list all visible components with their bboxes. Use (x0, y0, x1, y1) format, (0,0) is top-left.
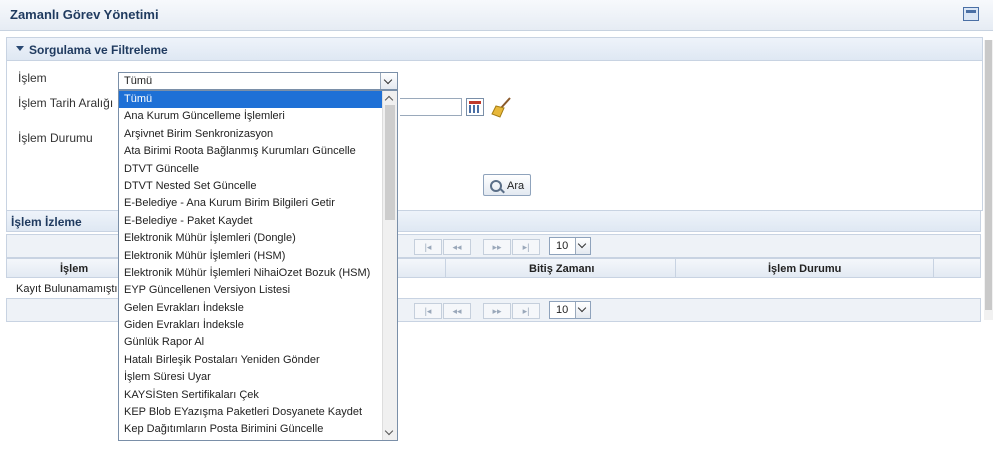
empty-message: Kayıt Bulunamamıştır (16, 283, 122, 295)
first-page-button[interactable]: |◂ (414, 239, 442, 255)
dropdown-option[interactable]: Ana Kurum Güncelleme İşlemleri (119, 108, 397, 125)
dropdown-option[interactable]: DTVT Güncelle (119, 161, 397, 178)
dropdown-option[interactable]: Hatalı Birleşik Postaları Yeniden Gönder (119, 352, 397, 369)
search-button-label: Ara (507, 180, 525, 192)
islem-select-value: Tümü (124, 75, 153, 87)
dropdown-option[interactable]: Giden Evrakları İndeksle (119, 317, 397, 334)
column-divider (445, 259, 446, 277)
chevron-down-icon[interactable] (380, 73, 397, 89)
filter-panel-header[interactable]: Sorgulama ve Filtreleme (7, 38, 982, 61)
search-icon (490, 180, 502, 192)
dropdown-scrollbar-thumb[interactable] (385, 105, 395, 220)
monitor-title: İşlem İzleme (11, 215, 82, 229)
column-header-islem[interactable]: İşlem (60, 263, 88, 275)
page-scrollbar-thumb[interactable] (985, 40, 992, 310)
column-divider (675, 259, 676, 277)
maximize-icon[interactable] (963, 7, 979, 21)
filter-panel-title: Sorgulama ve Filtreleme (29, 43, 168, 57)
window-titlebar: Zamanlı Görev Yönetimi (0, 0, 993, 31)
page-scrollbar[interactable] (984, 40, 993, 320)
column-divider (933, 259, 934, 277)
first-page-button[interactable]: |◂ (414, 303, 442, 319)
prev-page-button[interactable]: ◂◂ (443, 239, 471, 255)
dropdown-option[interactable]: E-Belediye - Paket Kaydet (119, 213, 397, 230)
scroll-up-icon[interactable] (384, 95, 394, 105)
column-header-bitis[interactable]: Bitiş Zamanı (529, 263, 594, 275)
dropdown-option[interactable]: Elektronik Mühür İşlemleri (HSM) (119, 248, 397, 265)
dropdown-option[interactable]: Günlük Rapor Al (119, 334, 397, 351)
search-button[interactable]: Ara (483, 174, 531, 196)
window-title: Zamanlı Görev Yönetimi (10, 7, 159, 22)
islem-dropdown-list[interactable]: Tümü Ana Kurum Güncelleme İşlemleri Arşivn… (118, 90, 398, 441)
page-size-value: 10 (556, 240, 569, 252)
tarih-label: İşlem Tarih Aralığı (18, 96, 114, 110)
islem-label: İşlem (18, 71, 47, 85)
last-page-button[interactable]: ▸| (512, 239, 540, 255)
dropdown-scrollbar[interactable] (382, 91, 397, 440)
dropdown-option[interactable]: KEP Blob EYazışma Paketleri Dosyanete Ka… (119, 404, 397, 421)
page-size-select[interactable]: 10 (549, 237, 591, 255)
dropdown-option[interactable]: Arşivnet Birim Senkronizasyon (119, 126, 397, 143)
dropdown-option[interactable]: Elektronik Mühür İşlemleri NihaiOzet Boz… (119, 265, 397, 282)
dropdown-option[interactable]: Gelen Evrakları İndeksle (119, 300, 397, 317)
collapse-triangle-icon[interactable] (16, 46, 24, 51)
islem-select[interactable]: Tümü (118, 72, 398, 90)
dropdown-option[interactable]: KAYSİSten Sertifikaları Çek (119, 387, 397, 404)
dropdown-option[interactable]: DTVT Nested Set Güncelle (119, 178, 397, 195)
page-size-select[interactable]: 10 (549, 301, 591, 319)
calendar-icon[interactable] (466, 98, 484, 116)
scroll-down-icon[interactable] (384, 426, 394, 436)
durum-label: İşlem Durumu (18, 131, 93, 145)
broom-clear-icon[interactable] (490, 96, 514, 118)
dropdown-option[interactable]: Elektronik Mühür İşlemleri (Dongle) (119, 230, 397, 247)
column-header-durum[interactable]: İşlem Durumu (768, 263, 841, 275)
next-page-button[interactable]: ▸▸ (483, 239, 511, 255)
dropdown-option[interactable]: E-Belediye - Ana Kurum Birim Bilgileri G… (119, 195, 397, 212)
prev-page-button[interactable]: ◂◂ (443, 303, 471, 319)
page-size-value: 10 (556, 304, 569, 316)
chevron-down-icon[interactable] (575, 302, 590, 318)
next-page-button[interactable]: ▸▸ (483, 303, 511, 319)
chevron-down-icon[interactable] (575, 238, 590, 254)
dropdown-option[interactable]: Ata Birimi Roota Bağlanmış Kurumları Gün… (119, 143, 397, 160)
dropdown-option[interactable]: İşlem Süresi Uyar (119, 369, 397, 386)
date-end-input[interactable] (400, 98, 462, 116)
dropdown-option[interactable]: Tümü (119, 91, 397, 109)
last-page-button[interactable]: ▸| (512, 303, 540, 319)
dropdown-option[interactable]: EYP Güncellenen Versiyon Listesi (119, 282, 397, 299)
dropdown-option[interactable]: Kep Dağıtımların Posta Birimini Güncelle (119, 421, 397, 438)
